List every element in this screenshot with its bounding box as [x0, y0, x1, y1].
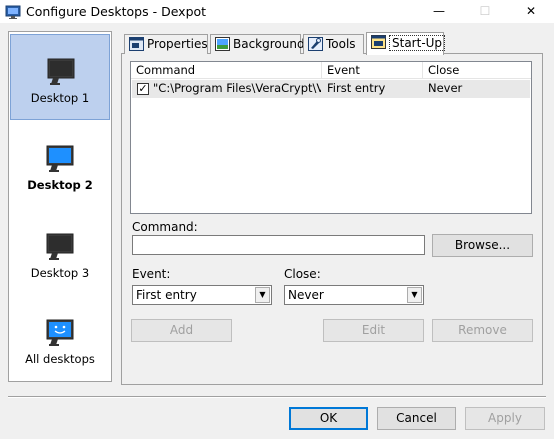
window-title: Configure Desktops - Dexpot	[26, 4, 207, 19]
enabled-checkbox[interactable]: ✓	[137, 83, 149, 95]
desktop-item-1[interactable]: Desktop 1	[10, 34, 110, 120]
desktop-item-label: Desktop 1	[30, 91, 90, 105]
add-button[interactable]: Add	[131, 319, 232, 342]
footer-separator	[8, 396, 546, 398]
desktop-item-all[interactable]: All desktops	[10, 296, 110, 382]
remove-button[interactable]: Remove	[432, 319, 533, 342]
properties-icon	[129, 37, 144, 51]
title-bar: Configure Desktops - Dexpot — ☐ ✕	[0, 0, 554, 24]
maximize-button[interactable]: ☐	[462, 0, 508, 24]
monitor-smile-icon	[46, 319, 74, 346]
startup-icon	[371, 35, 386, 49]
event-dropdown[interactable]: First entry ▼	[132, 285, 272, 305]
desktop-item-label: Desktop 3	[30, 266, 90, 280]
close-window-button[interactable]: ✕	[508, 0, 554, 24]
tab-background[interactable]: Background	[210, 34, 305, 54]
command-field[interactable]	[132, 235, 425, 255]
monitor-icon	[47, 58, 75, 85]
background-icon	[215, 37, 230, 51]
tab-start-up[interactable]: Start-Up	[366, 32, 446, 55]
apply-button[interactable]: Apply	[465, 407, 545, 430]
minimize-button[interactable]: —	[416, 0, 462, 24]
dexpot-app-icon	[5, 5, 21, 19]
tools-icon	[308, 37, 323, 51]
monitor-icon	[46, 233, 74, 260]
tab-properties[interactable]: Properties	[124, 34, 208, 54]
list-item[interactable]: ✓ "C:\Program Files\VeraCrypt\Ver... Fir…	[132, 80, 530, 98]
desktop-item-3[interactable]: Desktop 3	[10, 210, 110, 296]
cancel-button[interactable]: Cancel	[377, 407, 456, 430]
desktop-item-label: All desktops	[25, 352, 95, 366]
event-cell: First entry	[327, 81, 386, 95]
close-cell: Never	[428, 81, 463, 95]
desktop-list: Desktop 1 Desktop 2 Desktop 3 All deskto…	[8, 31, 112, 382]
ok-button[interactable]: OK	[289, 407, 368, 430]
command-label: Command:	[132, 220, 198, 234]
startup-list[interactable]: Command Event Close ✓ "C:\Program Files\…	[130, 61, 532, 214]
browse-button[interactable]: Browse...	[432, 234, 533, 257]
desktop-item-2[interactable]: Desktop 2	[10, 122, 110, 208]
list-header: Command Event Close	[131, 62, 531, 79]
command-cell: "C:\Program Files\VeraCrypt\Ver...	[153, 81, 321, 95]
tab-tools[interactable]: Tools	[303, 34, 364, 54]
edit-button[interactable]: Edit	[323, 319, 424, 342]
close-label: Close:	[284, 267, 321, 281]
column-header-command[interactable]: Command	[131, 62, 322, 79]
column-header-event[interactable]: Event	[322, 62, 423, 79]
chevron-down-icon: ▼	[407, 287, 422, 303]
event-label: Event:	[132, 267, 171, 281]
close-dropdown[interactable]: Never ▼	[284, 285, 424, 305]
desktop-item-label: Desktop 2	[27, 178, 93, 192]
chevron-down-icon: ▼	[255, 287, 270, 303]
column-header-close[interactable]: Close	[423, 62, 531, 79]
monitor-icon	[46, 145, 74, 172]
